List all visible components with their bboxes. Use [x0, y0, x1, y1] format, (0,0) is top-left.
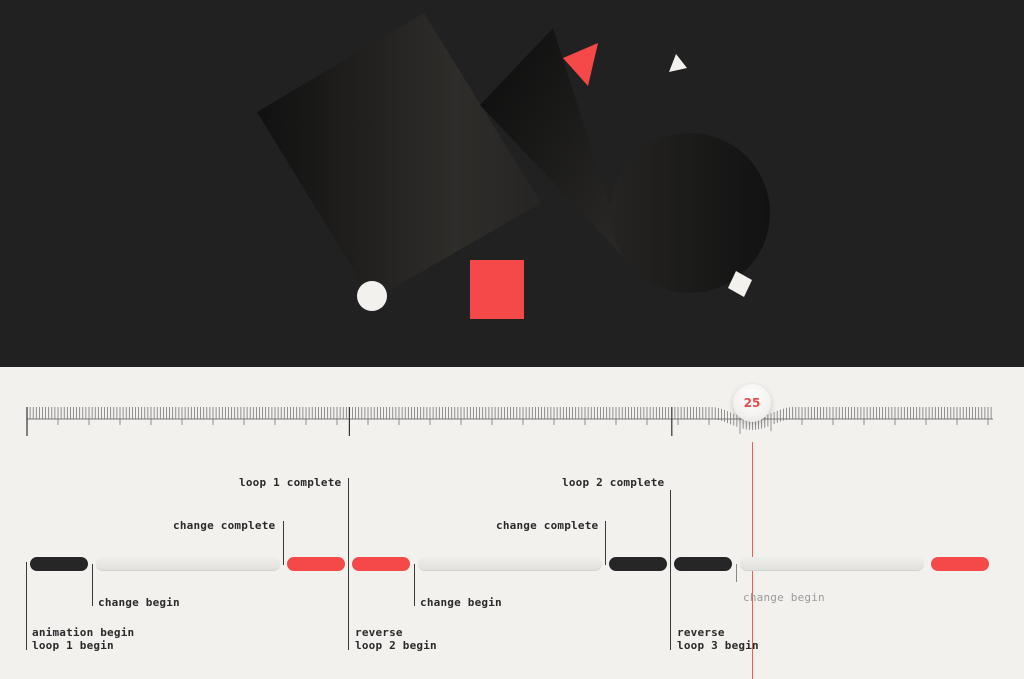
dark-circle — [610, 133, 770, 293]
label-change-begin-2: change begin — [420, 596, 502, 609]
segment-pill[interactable] — [352, 557, 410, 571]
label-loop2-complete: loop 2 complete — [562, 476, 665, 489]
label-change-complete-2: change complete — [496, 519, 599, 532]
segment-pill[interactable] — [609, 557, 667, 571]
label-change-begin-1: change begin — [98, 596, 180, 609]
marker-line-change-begin-1 — [92, 564, 93, 606]
marker-line-change-begin-2 — [414, 564, 415, 606]
segment-pill[interactable] — [30, 557, 88, 571]
marker-line-animation-begin — [26, 562, 27, 650]
animation-stage — [0, 0, 1024, 367]
segment-pill[interactable] — [418, 557, 602, 571]
playhead-knob[interactable]: 25 — [733, 384, 771, 422]
label-change-complete-1: change complete — [173, 519, 276, 532]
label-loop1-complete: loop 1 complete — [239, 476, 342, 489]
white-triangle — [669, 54, 687, 72]
marker-line-loop1-complete — [348, 478, 349, 650]
timeline-ruler[interactable] — [0, 395, 1024, 455]
label-reverse-loop3: reverse loop 3 begin — [677, 626, 759, 652]
marker-line-change-begin-3 — [736, 564, 737, 582]
marker-line-change-complete-2 — [605, 521, 606, 565]
label-change-begin-3: change begin — [743, 591, 825, 604]
segment-pill[interactable] — [287, 557, 345, 571]
stage-canvas — [257, 13, 770, 319]
white-circle — [357, 281, 387, 311]
segment-pill[interactable] — [931, 557, 989, 571]
large-dark-square — [257, 13, 541, 300]
marker-line-change-complete-1 — [283, 521, 284, 565]
segment-pill[interactable] — [674, 557, 732, 571]
segment-pill[interactable] — [96, 557, 280, 571]
red-square — [470, 260, 524, 319]
label-animation-begin: animation begin loop 1 begin — [32, 626, 135, 652]
marker-line-loop2-complete — [670, 490, 671, 650]
label-reverse-loop2: reverse loop 2 begin — [355, 626, 437, 652]
segment-pill[interactable] — [740, 557, 924, 571]
